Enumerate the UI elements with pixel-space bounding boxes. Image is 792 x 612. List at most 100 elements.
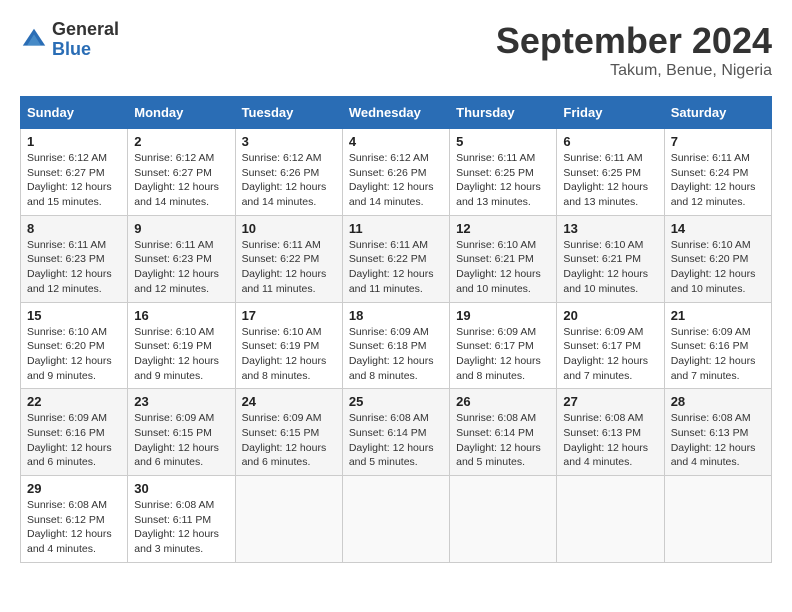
- day-info: Sunrise: 6:10 AM Sunset: 6:19 PM Dayligh…: [134, 325, 228, 384]
- day-number: 28: [671, 394, 765, 409]
- location: Takum, Benue, Nigeria: [496, 62, 772, 80]
- calendar-day-cell: 24 Sunrise: 6:09 AM Sunset: 6:15 PM Dayl…: [235, 389, 342, 476]
- day-number: 23: [134, 394, 228, 409]
- month-title: September 2024: [496, 20, 772, 62]
- day-info: Sunrise: 6:11 AM Sunset: 6:25 PM Dayligh…: [563, 151, 657, 210]
- calendar-day-cell: 4 Sunrise: 6:12 AM Sunset: 6:26 PM Dayli…: [342, 129, 449, 216]
- calendar-table: SundayMondayTuesdayWednesdayThursdayFrid…: [20, 96, 772, 563]
- calendar-day-cell: 12 Sunrise: 6:10 AM Sunset: 6:21 PM Dayl…: [450, 215, 557, 302]
- calendar-day-cell: 11 Sunrise: 6:11 AM Sunset: 6:22 PM Dayl…: [342, 215, 449, 302]
- calendar-day-cell: 17 Sunrise: 6:10 AM Sunset: 6:19 PM Dayl…: [235, 302, 342, 389]
- day-info: Sunrise: 6:10 AM Sunset: 6:20 PM Dayligh…: [671, 238, 765, 297]
- logo-general-text: General: [52, 20, 119, 40]
- logo: General Blue: [20, 20, 119, 60]
- day-info: Sunrise: 6:11 AM Sunset: 6:22 PM Dayligh…: [349, 238, 443, 297]
- day-number: 16: [134, 308, 228, 323]
- calendar-day-cell: 14 Sunrise: 6:10 AM Sunset: 6:20 PM Dayl…: [664, 215, 771, 302]
- day-number: 22: [27, 394, 121, 409]
- calendar-day-cell: 19 Sunrise: 6:09 AM Sunset: 6:17 PM Dayl…: [450, 302, 557, 389]
- day-info: Sunrise: 6:12 AM Sunset: 6:26 PM Dayligh…: [349, 151, 443, 210]
- calendar-week-row: 1 Sunrise: 6:12 AM Sunset: 6:27 PM Dayli…: [21, 129, 772, 216]
- day-number: 11: [349, 221, 443, 236]
- day-info: Sunrise: 6:09 AM Sunset: 6:17 PM Dayligh…: [563, 325, 657, 384]
- day-info: Sunrise: 6:09 AM Sunset: 6:16 PM Dayligh…: [671, 325, 765, 384]
- weekday-header: Wednesday: [342, 97, 449, 129]
- calendar-day-cell: 28 Sunrise: 6:08 AM Sunset: 6:13 PM Dayl…: [664, 389, 771, 476]
- calendar-day-cell: 3 Sunrise: 6:12 AM Sunset: 6:26 PM Dayli…: [235, 129, 342, 216]
- day-info: Sunrise: 6:10 AM Sunset: 6:21 PM Dayligh…: [563, 238, 657, 297]
- day-info: Sunrise: 6:10 AM Sunset: 6:19 PM Dayligh…: [242, 325, 336, 384]
- day-info: Sunrise: 6:11 AM Sunset: 6:22 PM Dayligh…: [242, 238, 336, 297]
- day-info: Sunrise: 6:11 AM Sunset: 6:23 PM Dayligh…: [134, 238, 228, 297]
- calendar-day-cell: 2 Sunrise: 6:12 AM Sunset: 6:27 PM Dayli…: [128, 129, 235, 216]
- weekday-header: Thursday: [450, 97, 557, 129]
- calendar-day-cell: 22 Sunrise: 6:09 AM Sunset: 6:16 PM Dayl…: [21, 389, 128, 476]
- calendar-day-cell: 8 Sunrise: 6:11 AM Sunset: 6:23 PM Dayli…: [21, 215, 128, 302]
- day-number: 6: [563, 134, 657, 149]
- day-number: 27: [563, 394, 657, 409]
- day-number: 4: [349, 134, 443, 149]
- day-number: 5: [456, 134, 550, 149]
- day-info: Sunrise: 6:12 AM Sunset: 6:27 PM Dayligh…: [27, 151, 121, 210]
- day-number: 7: [671, 134, 765, 149]
- calendar-week-row: 8 Sunrise: 6:11 AM Sunset: 6:23 PM Dayli…: [21, 215, 772, 302]
- day-number: 21: [671, 308, 765, 323]
- weekday-header: Sunday: [21, 97, 128, 129]
- calendar-week-row: 15 Sunrise: 6:10 AM Sunset: 6:20 PM Dayl…: [21, 302, 772, 389]
- calendar-day-cell: [235, 476, 342, 563]
- day-info: Sunrise: 6:09 AM Sunset: 6:15 PM Dayligh…: [134, 411, 228, 470]
- calendar-day-cell: [557, 476, 664, 563]
- day-number: 20: [563, 308, 657, 323]
- calendar-day-cell: [450, 476, 557, 563]
- calendar-day-cell: 1 Sunrise: 6:12 AM Sunset: 6:27 PM Dayli…: [21, 129, 128, 216]
- weekday-header: Saturday: [664, 97, 771, 129]
- weekday-header: Friday: [557, 97, 664, 129]
- day-number: 26: [456, 394, 550, 409]
- day-info: Sunrise: 6:10 AM Sunset: 6:20 PM Dayligh…: [27, 325, 121, 384]
- day-number: 19: [456, 308, 550, 323]
- logo-icon: [20, 26, 48, 54]
- calendar-day-cell: 13 Sunrise: 6:10 AM Sunset: 6:21 PM Dayl…: [557, 215, 664, 302]
- day-info: Sunrise: 6:11 AM Sunset: 6:23 PM Dayligh…: [27, 238, 121, 297]
- calendar-day-cell: 26 Sunrise: 6:08 AM Sunset: 6:14 PM Dayl…: [450, 389, 557, 476]
- day-number: 15: [27, 308, 121, 323]
- day-info: Sunrise: 6:09 AM Sunset: 6:18 PM Dayligh…: [349, 325, 443, 384]
- calendar-week-row: 22 Sunrise: 6:09 AM Sunset: 6:16 PM Dayl…: [21, 389, 772, 476]
- calendar-day-cell: 23 Sunrise: 6:09 AM Sunset: 6:15 PM Dayl…: [128, 389, 235, 476]
- weekday-header: Monday: [128, 97, 235, 129]
- day-number: 8: [27, 221, 121, 236]
- day-info: Sunrise: 6:09 AM Sunset: 6:16 PM Dayligh…: [27, 411, 121, 470]
- day-number: 13: [563, 221, 657, 236]
- calendar-day-cell: 9 Sunrise: 6:11 AM Sunset: 6:23 PM Dayli…: [128, 215, 235, 302]
- day-number: 1: [27, 134, 121, 149]
- calendar-week-row: 29 Sunrise: 6:08 AM Sunset: 6:12 PM Dayl…: [21, 476, 772, 563]
- calendar-day-cell: [664, 476, 771, 563]
- day-number: 9: [134, 221, 228, 236]
- day-info: Sunrise: 6:08 AM Sunset: 6:13 PM Dayligh…: [671, 411, 765, 470]
- day-info: Sunrise: 6:09 AM Sunset: 6:17 PM Dayligh…: [456, 325, 550, 384]
- weekday-header: Tuesday: [235, 97, 342, 129]
- calendar-day-cell: 20 Sunrise: 6:09 AM Sunset: 6:17 PM Dayl…: [557, 302, 664, 389]
- day-info: Sunrise: 6:12 AM Sunset: 6:27 PM Dayligh…: [134, 151, 228, 210]
- calendar-day-cell: 5 Sunrise: 6:11 AM Sunset: 6:25 PM Dayli…: [450, 129, 557, 216]
- calendar-day-cell: 30 Sunrise: 6:08 AM Sunset: 6:11 PM Dayl…: [128, 476, 235, 563]
- day-number: 18: [349, 308, 443, 323]
- day-info: Sunrise: 6:08 AM Sunset: 6:14 PM Dayligh…: [349, 411, 443, 470]
- day-number: 12: [456, 221, 550, 236]
- logo-blue-text: Blue: [52, 40, 119, 60]
- calendar-day-cell: 18 Sunrise: 6:09 AM Sunset: 6:18 PM Dayl…: [342, 302, 449, 389]
- day-number: 2: [134, 134, 228, 149]
- day-info: Sunrise: 6:08 AM Sunset: 6:14 PM Dayligh…: [456, 411, 550, 470]
- calendar-day-cell: 25 Sunrise: 6:08 AM Sunset: 6:14 PM Dayl…: [342, 389, 449, 476]
- calendar-day-cell: 27 Sunrise: 6:08 AM Sunset: 6:13 PM Dayl…: [557, 389, 664, 476]
- day-info: Sunrise: 6:11 AM Sunset: 6:24 PM Dayligh…: [671, 151, 765, 210]
- calendar-day-cell: 7 Sunrise: 6:11 AM Sunset: 6:24 PM Dayli…: [664, 129, 771, 216]
- day-info: Sunrise: 6:08 AM Sunset: 6:11 PM Dayligh…: [134, 498, 228, 557]
- day-number: 30: [134, 481, 228, 496]
- calendar-day-cell: 16 Sunrise: 6:10 AM Sunset: 6:19 PM Dayl…: [128, 302, 235, 389]
- page-header: General Blue September 2024 Takum, Benue…: [20, 20, 772, 80]
- day-number: 10: [242, 221, 336, 236]
- day-info: Sunrise: 6:11 AM Sunset: 6:25 PM Dayligh…: [456, 151, 550, 210]
- calendar-day-cell: 6 Sunrise: 6:11 AM Sunset: 6:25 PM Dayli…: [557, 129, 664, 216]
- weekday-header-row: SundayMondayTuesdayWednesdayThursdayFrid…: [21, 97, 772, 129]
